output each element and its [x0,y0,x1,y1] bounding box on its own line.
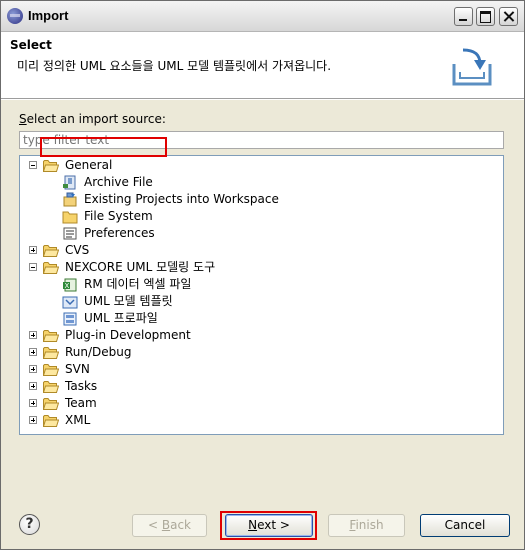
close-button[interactable] [499,7,518,26]
tree-item[interactable]: UML 모델 템플릿 [20,293,500,310]
uml-template-icon [62,294,78,309]
maximize-button[interactable] [476,7,495,26]
help-button[interactable]: ? [19,514,40,535]
tree-category[interactable]: Plug-in Development [20,327,500,344]
tree-category[interactable]: General [20,157,500,174]
tree-item-label: File System [84,209,153,223]
import-wizard-icon [452,48,492,86]
eclipse-icon [7,8,23,24]
tree-category-label: CVS [65,243,90,257]
page-description: 미리 정의한 UML 요소들을 UML 모델 템플릿에서 가져옵니다. [17,59,332,73]
tree-item[interactable]: File System [20,208,500,225]
tree-category[interactable]: CVS [20,242,500,259]
tree-category-label: Run/Debug [65,345,132,359]
tree-item-label: Existing Projects into Workspace [84,192,279,206]
tree-item-label: RM 데이터 엑셀 파일 [84,277,192,291]
tree-category-label: NEXCORE UML 모델링 도구 [65,260,216,274]
expand-toggle-icon[interactable] [29,416,37,424]
selection-highlight-box [40,137,167,157]
folder-icon [42,414,60,427]
preferences-icon [62,226,78,241]
tree-item-label: Preferences [84,226,155,240]
tree-item-label: UML 프로파일 [84,311,158,325]
folder-icon [42,244,60,257]
back-button[interactable]: < Back [132,514,207,537]
tree-item-label: Archive File [84,175,153,189]
import-source-tree[interactable]: General Archive File Existing Projects int… [19,155,504,435]
tree-category[interactable]: Tasks [20,378,500,395]
expand-toggle-icon[interactable] [29,331,37,339]
finish-button[interactable]: Finish [328,514,405,537]
next-highlight-box [220,511,317,540]
tree-item-label: UML 모델 템플릿 [84,294,173,308]
window-title: Import [28,8,69,23]
collapse-toggle-icon[interactable] [29,263,37,271]
tree-item[interactable]: Existing Projects into Workspace [20,191,500,208]
title-bar[interactable]: Import [1,1,524,32]
folder-icon [42,397,60,410]
tree-item[interactable]: Archive File [20,174,500,191]
tree-item[interactable]: Preferences [20,225,500,242]
expand-toggle-icon[interactable] [29,365,37,373]
archive-file-icon [62,175,78,190]
expand-toggle-icon[interactable] [29,399,37,407]
cancel-button[interactable]: Cancel [420,514,510,537]
expand-toggle-icon[interactable] [29,246,37,254]
folder-icon [62,209,78,224]
tree-category[interactable]: XML [20,412,500,429]
import-source-label: Select an import source: [19,112,166,126]
folder-icon [42,363,60,376]
tree-category-label: Plug-in Development [65,328,191,342]
wizard-header: Select 미리 정의한 UML 요소들을 UML 모델 템플릿에서 가져옵니… [1,32,524,99]
tree-category-label: Tasks [65,379,98,393]
tree-category-label: Team [65,396,97,410]
folder-icon [42,380,60,393]
tree-category[interactable]: Team [20,395,500,412]
tree-item[interactable]: UML 프로파일 [20,310,500,327]
header-separator [1,99,524,100]
svg-text:X: X [65,282,70,290]
page-title: Select [10,38,52,52]
collapse-toggle-icon[interactable] [29,161,37,169]
tree-category-label: XML [65,413,91,427]
tree-category-label: SVN [65,362,90,376]
tree-item[interactable]: X RM 데이터 엑셀 파일 [20,276,500,293]
tree-category[interactable]: NEXCORE UML 모델링 도구 [20,259,500,276]
folder-icon [42,329,60,342]
import-dialog: Import Select 미리 정의한 UML 요소들을 UML 모델 템플릿… [0,0,525,550]
expand-toggle-icon[interactable] [29,348,37,356]
uml-profile-icon [62,311,78,326]
tree-category[interactable]: Run/Debug [20,344,500,361]
project-import-icon [62,192,78,207]
tree-category[interactable]: SVN [20,361,500,378]
expand-toggle-icon[interactable] [29,382,37,390]
tree-category-label: General [65,158,113,172]
folder-icon [42,159,60,172]
minimize-button[interactable] [454,7,473,26]
excel-import-icon: X [62,277,78,292]
folder-icon [42,261,60,274]
folder-icon [42,346,60,359]
